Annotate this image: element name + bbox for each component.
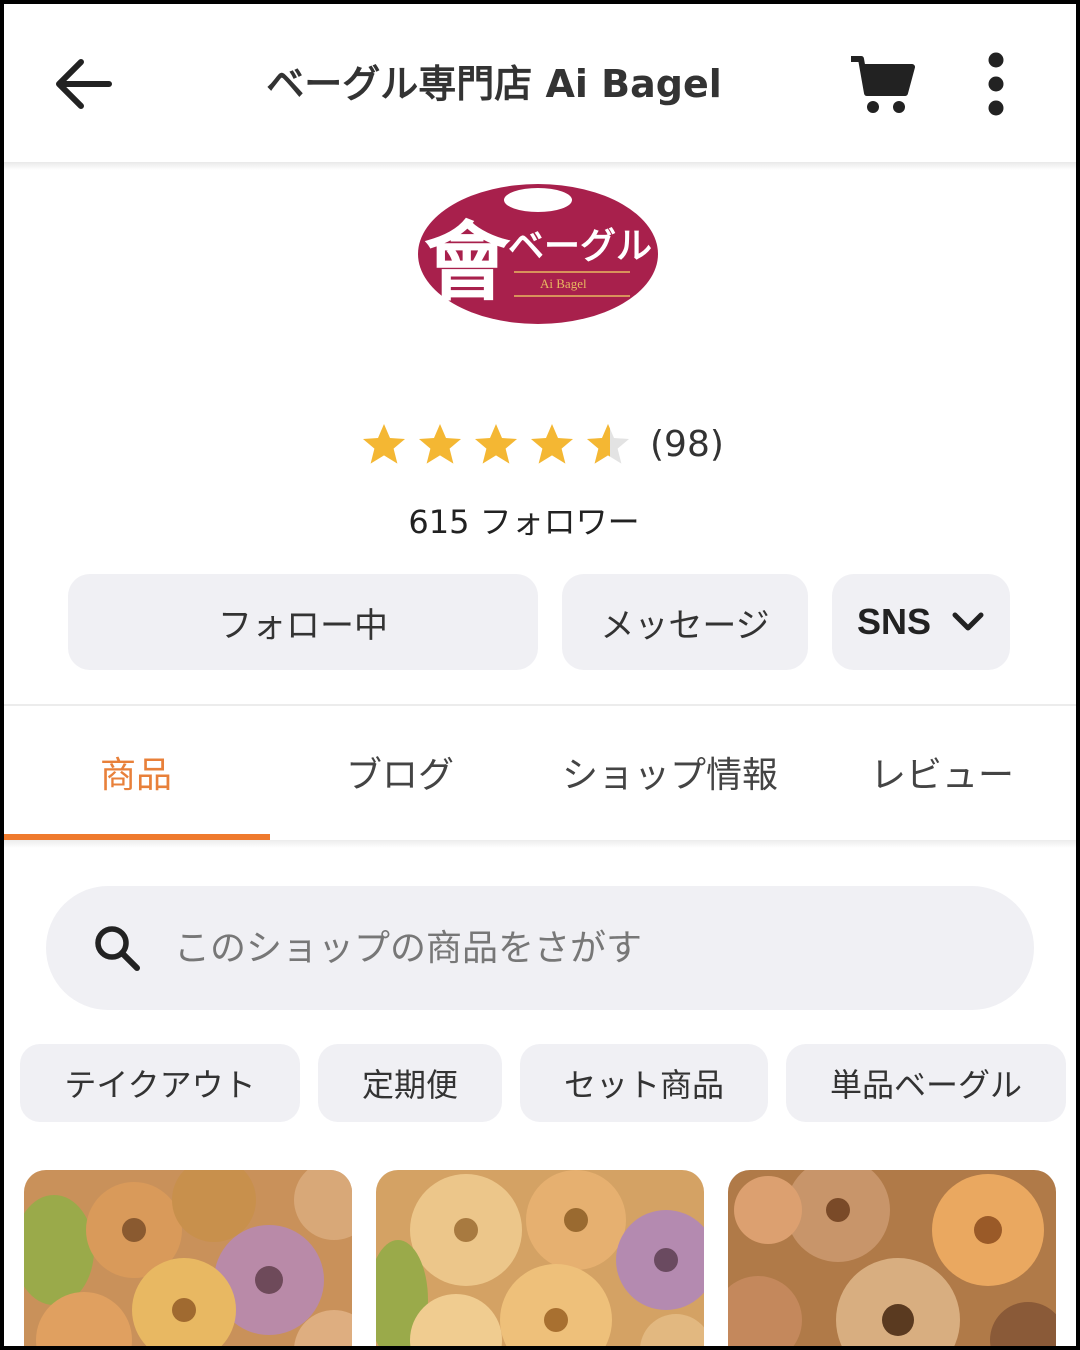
category-chip-set-products[interactable]: セット商品 — [520, 1044, 768, 1122]
category-chip-takeout[interactable]: テイクアウト — [20, 1044, 300, 1122]
product-thumbnail[interactable] — [24, 1170, 352, 1346]
back-button[interactable] — [42, 46, 122, 122]
shop-tabs: 商品 ブログ ショップ情報 レビュー — [4, 706, 1076, 842]
bagel-photo — [24, 1170, 352, 1346]
sns-label: SNS — [856, 601, 932, 642]
following-button[interactable]: フォロー中 — [68, 574, 538, 670]
chevron-down-icon — [952, 612, 984, 631]
tab-products[interactable]: 商品 — [4, 706, 268, 838]
bagel-photo — [728, 1170, 1056, 1346]
cart-icon — [851, 56, 915, 113]
screen: ベーグル専門店 Ai Bagel 會 ベーグル Ai Bagel (98) 61… — [4, 4, 1076, 1346]
category-chip-subscription[interactable]: 定期便 — [318, 1044, 502, 1122]
follower-count: 615 フォロワー — [408, 503, 640, 541]
shop-logo[interactable]: 會 ベーグル Ai Bagel — [416, 180, 660, 326]
more-options-button[interactable] — [966, 44, 1026, 124]
star-full-icon — [475, 424, 517, 464]
more-vert-icon — [988, 52, 1004, 116]
cart-button[interactable] — [840, 44, 924, 124]
star-full-icon — [419, 424, 461, 464]
shop-rating[interactable]: (98) — [360, 414, 760, 474]
category-chip-single-bagel[interactable]: 単品ベーグル — [786, 1044, 1066, 1122]
star-full-icon — [363, 424, 405, 464]
rating-count: (98) — [650, 423, 724, 465]
tab-shop-info[interactable]: ショップ情報 — [532, 706, 808, 838]
page-title: ベーグル専門店 Ai Bagel — [266, 62, 722, 106]
logo-text-main: ベーグル — [508, 226, 652, 267]
logo-kanji: 會 — [424, 212, 511, 313]
search-icon — [95, 926, 140, 971]
app-header: ベーグル専門店 Ai Bagel — [4, 4, 1076, 162]
tab-reviews[interactable]: レビュー — [808, 706, 1076, 838]
message-button[interactable]: メッセージ — [562, 574, 808, 670]
star-full-icon — [531, 424, 573, 464]
product-thumbnail[interactable] — [376, 1170, 704, 1346]
bagel-photo — [376, 1170, 704, 1346]
shop-search-bar[interactable] — [46, 886, 1034, 1010]
logo-text-sub: Ai Bagel — [540, 276, 587, 291]
star-half-icon — [587, 424, 629, 464]
header-shadow — [4, 162, 1076, 170]
sns-dropdown-button[interactable]: SNS — [832, 574, 1010, 670]
product-thumbnail[interactable] — [728, 1170, 1056, 1346]
search-input[interactable] — [172, 926, 956, 970]
tab-blog[interactable]: ブログ — [268, 706, 532, 838]
tabs-shadow — [4, 840, 1076, 848]
arrow-left-icon — [56, 59, 112, 109]
